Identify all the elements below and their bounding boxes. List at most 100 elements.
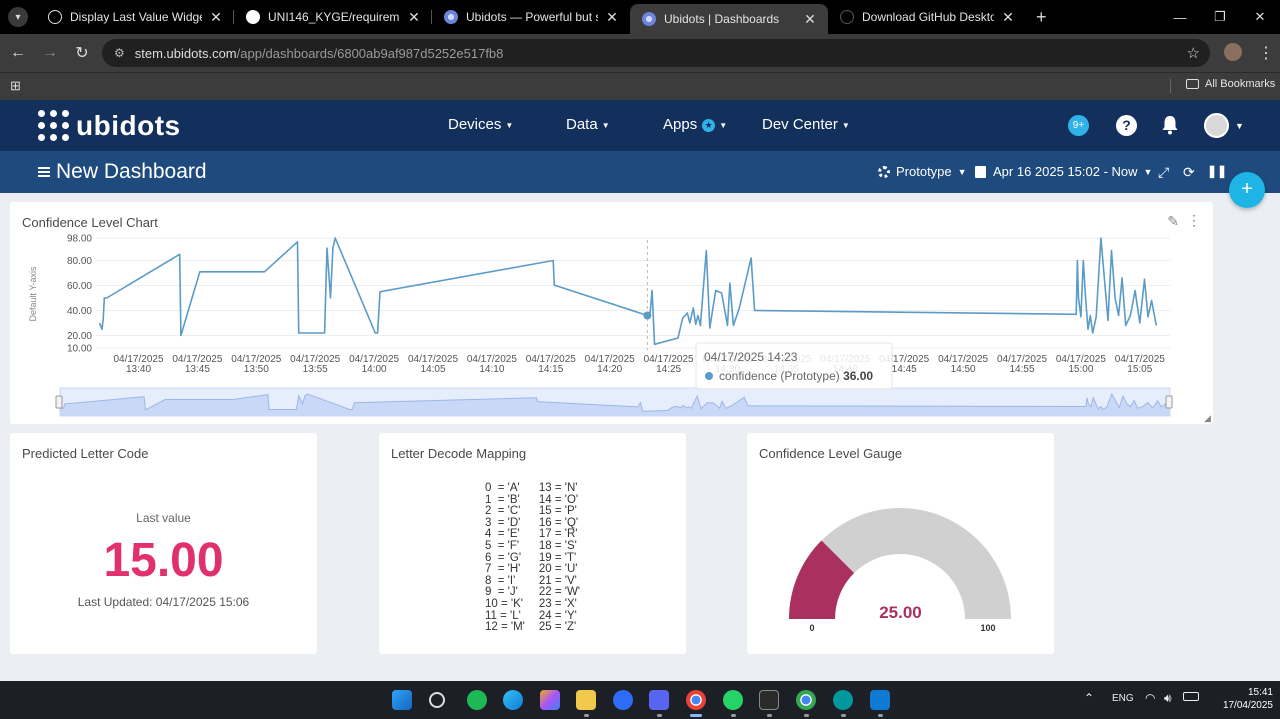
url-host: stem.ubidots.com [134, 45, 237, 61]
ubidots-logo-icon [38, 110, 70, 142]
browser-tab-1[interactable]: Display Last Value Widget ✕ [36, 0, 234, 34]
browser-tab-4[interactable]: Ubidots | Dashboards ✕ [630, 4, 828, 34]
bookmark-star-icon[interactable]: ☆ [1187, 44, 1200, 62]
active-indicator [690, 714, 702, 717]
dashboard-header: New Dashboard Prototype ▼ Apr 16 2025 15… [0, 151, 1280, 193]
x-tick-time: 14:25 [656, 364, 681, 375]
chrome-icon[interactable] [686, 690, 706, 710]
site-info-icon[interactable]: ⚙ [114, 46, 125, 60]
nav-devices[interactable]: Devices ▼ [448, 116, 513, 133]
caret-down-icon: ▼ [505, 120, 514, 130]
help-icon[interactable]: ? [1116, 115, 1137, 136]
minimize-icon[interactable]: — [1160, 10, 1200, 25]
system-clock[interactable]: 15:41 17/04/2025 [1213, 686, 1273, 712]
close-window-icon[interactable]: ✕ [1240, 9, 1280, 25]
maximize-icon[interactable]: ❐ [1200, 9, 1240, 25]
pause-icon[interactable]: ❚❚ [1207, 164, 1227, 178]
nav-dev-center[interactable]: Dev Center ▼ [762, 116, 850, 133]
vscode-icon[interactable] [870, 690, 890, 710]
x-tick-time: 14:55 [1009, 364, 1034, 375]
nav-apps[interactable]: Apps ★ ▼ [663, 116, 727, 133]
caret-down-icon[interactable]: ▼ [1235, 121, 1244, 131]
x-tick-time: 13:50 [244, 364, 269, 375]
browser-tab-3[interactable]: Ubidots — Powerful but simple ✕ [432, 0, 630, 34]
x-tick-time: 15:00 [1068, 364, 1093, 375]
apps-grid-icon[interactable]: ⊞ [10, 78, 21, 94]
reload-icon[interactable]: ↻ [68, 43, 96, 63]
zoom-icon[interactable] [613, 690, 633, 710]
all-bookmarks-label: All Bookmarks [1205, 78, 1276, 90]
user-avatar[interactable] [1204, 113, 1229, 138]
menu-icon[interactable] [38, 167, 50, 177]
copilot-icon[interactable] [540, 690, 560, 710]
logo-text: ubidots [76, 110, 181, 141]
close-tab-icon[interactable]: ✕ [406, 9, 422, 26]
search-icon[interactable] [429, 692, 445, 708]
tray-overflow-icon[interactable]: ⌃ [1084, 691, 1094, 705]
close-tab-icon[interactable]: ✕ [802, 11, 818, 28]
caret-down-icon: ▼ [1143, 166, 1153, 177]
tab-search-icon[interactable]: ▾ [8, 7, 28, 27]
close-tab-icon[interactable]: ✕ [208, 9, 224, 26]
file-explorer-icon[interactable] [576, 690, 596, 710]
forward-icon[interactable]: → [36, 44, 64, 62]
mapping-row: 10 = 'K' [484, 597, 523, 610]
mapping-row: 20 = 'U' [538, 563, 578, 576]
ubidots-icon [642, 12, 656, 26]
running-indicator [767, 714, 772, 717]
browser-tab-2[interactable]: UNI146_KYGE/requirements.txt ✕ [234, 0, 432, 34]
notifications-badge[interactable]: 9+ [1068, 115, 1089, 136]
wifi-icon[interactable]: ◠ [1145, 691, 1155, 705]
date-range-label: Apr 16 2025 15:02 - Now [993, 164, 1138, 179]
last-updated-text: Last Updated: 04/17/2025 15:06 [77, 595, 250, 609]
volume-icon[interactable]: 🔊︎ [1164, 691, 1172, 706]
nav-data[interactable]: Data ▼ [566, 116, 610, 133]
ubidots-icon [444, 10, 458, 24]
back-icon[interactable]: ← [4, 44, 32, 62]
bell-icon[interactable] [1161, 115, 1179, 135]
refresh-icon[interactable]: ⟳ [1183, 164, 1195, 181]
fullscreen-icon[interactable]: ⤢ [1158, 164, 1169, 181]
star-badge-icon: ★ [702, 118, 716, 132]
running-indicator [878, 714, 883, 717]
chrome-profile-icon[interactable] [796, 690, 816, 710]
widget-title: Letter Decode Mapping [391, 446, 527, 461]
terminal-icon[interactable] [759, 690, 779, 710]
context-selector[interactable]: Prototype ▼ [878, 164, 967, 179]
profile-avatar[interactable] [1224, 43, 1242, 61]
mapping-table: 0 = 'A' 1 = 'B' 2 = 'C' 3 = 'D' 4 = 'E' 5 = '… [379, 482, 686, 634]
tooltip-series-name: confidence (Prototype) 36.00 [719, 369, 873, 383]
line-chart[interactable]: Default Y-axis 98.00 80.00 60.00 40.00 20.00 1… [10, 202, 1213, 424]
browser-menu-icon[interactable]: ⋮ [1258, 43, 1274, 63]
mapping-row: 13 = 'N' [538, 482, 578, 494]
window-controls: — ❐ ✕ [1160, 0, 1280, 34]
new-tab-icon[interactable]: + [1036, 7, 1047, 28]
arduino-icon[interactable] [833, 690, 853, 710]
add-widget-button[interactable]: + [1229, 172, 1265, 208]
discord-icon[interactable] [649, 690, 669, 710]
x-tick-time: 14:00 [362, 364, 387, 375]
battery-icon[interactable] [1183, 692, 1199, 701]
widget-title: Predicted Letter Code [22, 446, 149, 461]
close-tab-icon[interactable]: ✕ [1000, 9, 1016, 26]
edge-icon[interactable] [503, 690, 523, 710]
date-range-selector[interactable]: Apr 16 2025 15:02 - Now ▼ [975, 164, 1152, 179]
x-tick-time: 14:20 [597, 364, 622, 375]
navigator-left-handle [55, 395, 63, 409]
chatgpt-icon [48, 10, 62, 24]
language-indicator[interactable]: ENG [1112, 693, 1134, 704]
ubidots-logo[interactable]: ubidots [38, 110, 181, 142]
device-context-icon [878, 165, 890, 178]
mapping-row: 7 = 'H' [484, 563, 521, 576]
tab-title: Download GitHub Desktop | Gi [862, 10, 994, 24]
url-path: /app/dashboards/6800ab9af987d5252e517fb8 [236, 45, 504, 61]
url-input[interactable]: ⚙ stem.ubidots.com/app/dashboards/6800ab… [102, 39, 1210, 67]
spotify-icon[interactable] [467, 690, 487, 710]
close-tab-icon[interactable]: ✕ [604, 9, 620, 26]
all-bookmarks-button[interactable]: All Bookmarks [1186, 78, 1275, 90]
windows-start-icon[interactable] [392, 690, 412, 710]
whatsapp-icon[interactable] [723, 690, 743, 710]
github-icon [840, 10, 854, 24]
running-indicator [804, 714, 809, 717]
browser-tab-5[interactable]: Download GitHub Desktop | Gi ✕ [828, 0, 1026, 34]
